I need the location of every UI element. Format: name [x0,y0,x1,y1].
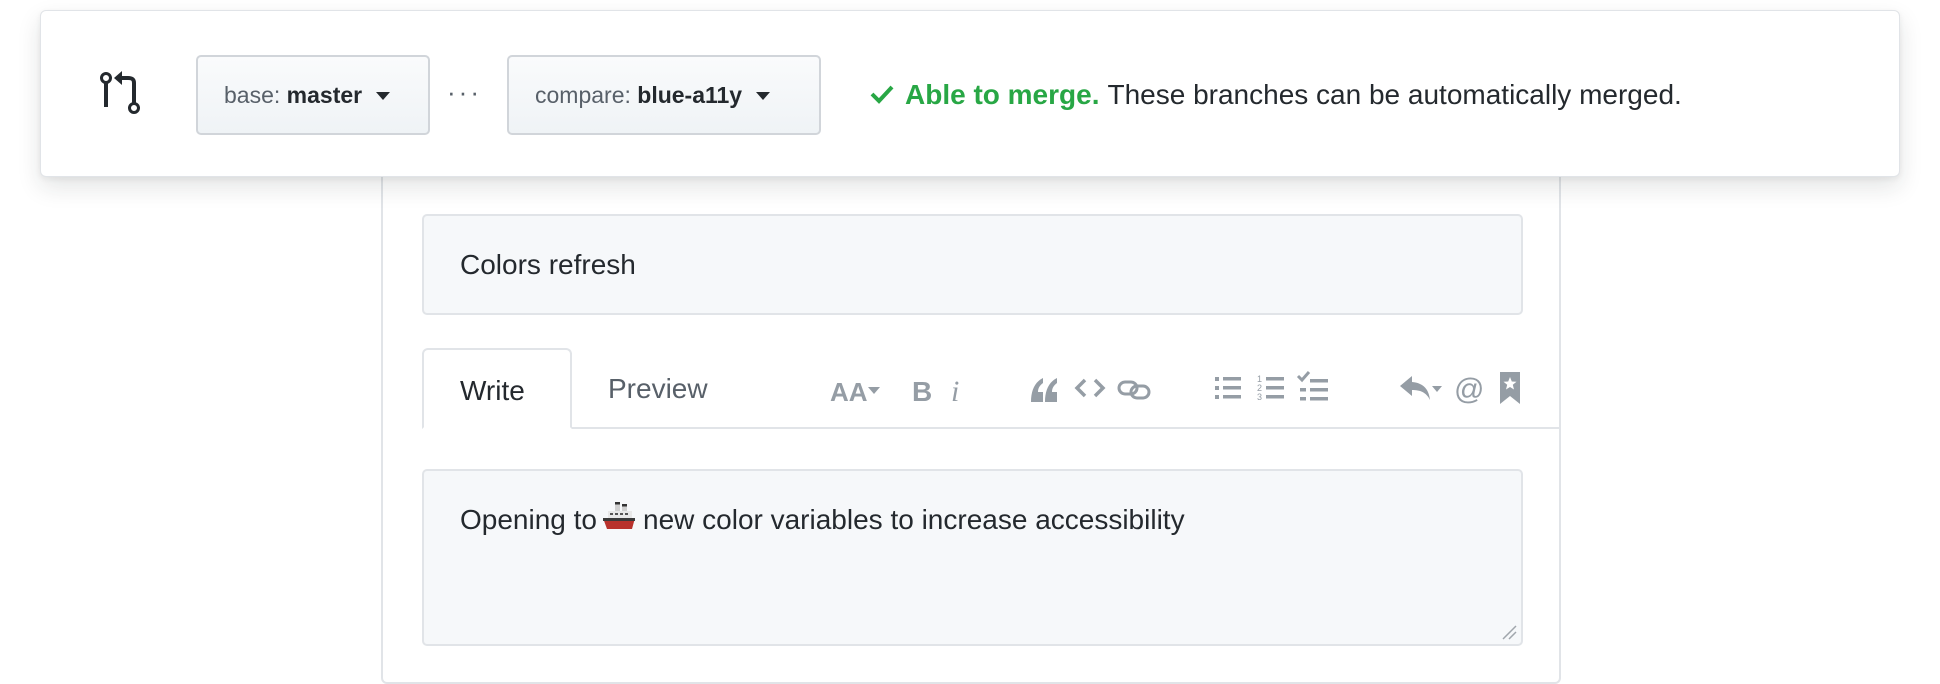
base-branch-name: master [286,82,363,108]
unordered-list-icon[interactable] [1213,368,1243,408]
merge-status: Able to merge. These branches can be auto… [869,77,1682,113]
chevron-down-icon [376,92,391,100]
bookmark-icon[interactable] [1497,368,1523,408]
body-textarea[interactable]: Opening to new color variables to increa… [422,469,1523,646]
link-icon[interactable] [1116,368,1152,408]
quote-icon[interactable] [1027,368,1061,408]
tab-preview[interactable]: Preview [572,348,744,429]
compare-branch-name: blue-a11y [637,82,743,108]
pull-request-icon [100,71,140,114]
body-text-end: new color variables to increase accessib… [643,504,1185,535]
bold-icon[interactable]: B [909,368,937,408]
chevron-down-icon [756,92,771,100]
text-size-icon[interactable]: AA [828,368,884,408]
reply-icon[interactable] [1398,368,1444,408]
merge-status-title: Able to merge. [905,79,1100,110]
compare-branch-button[interactable]: compare: blue-a11y [507,55,821,135]
tab-write[interactable]: Write [422,348,572,429]
svg-text:AA: AA [830,377,868,407]
base-branch-button[interactable]: base: master [196,55,430,135]
code-icon[interactable] [1073,368,1107,408]
base-branch-prefix: base: [224,82,281,108]
svg-text:B: B [912,376,932,407]
svg-text:@: @ [1454,373,1484,406]
ship-icon [603,502,635,529]
branch-separator: ··· [447,77,482,107]
compare-bar: base: master ··· compare: blue-a11y Able… [40,10,1900,177]
ordered-list-icon[interactable]: 1 2 3 [1256,368,1286,408]
task-list-icon[interactable] [1296,368,1330,408]
svg-text:i: i [951,375,959,408]
title-input[interactable]: Colors refresh [422,214,1523,315]
resize-handle-icon[interactable] [1501,624,1517,640]
pull-request-form: Colors refresh Write Preview AA B i 1 2 … [381,120,1561,684]
compare-branch-prefix: compare: [535,82,631,108]
svg-text:3: 3 [1257,392,1262,402]
mention-icon[interactable]: @ [1453,368,1487,408]
merge-status-text: These branches can be automatically merg… [1107,79,1682,110]
body-text-start: Opening to [460,504,597,535]
italic-icon[interactable]: i [947,368,971,408]
check-icon [870,85,894,104]
